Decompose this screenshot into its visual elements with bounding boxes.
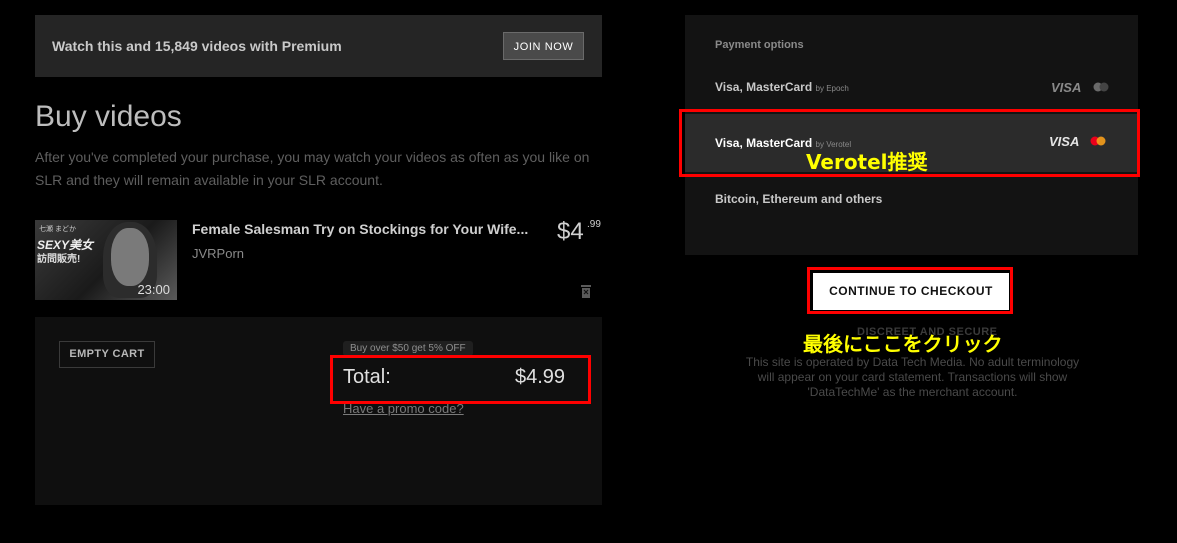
annotation-box-total — [330, 355, 591, 404]
trash-icon[interactable] — [580, 284, 592, 298]
payment-option-epoch[interactable]: Visa, MasterCard by Epoch — [715, 80, 849, 94]
thumbnail-caption-2: 訪問販売! — [37, 254, 81, 265]
annotation-note-checkout: 最後にここをクリック — [803, 332, 1003, 356]
payment-options-heading: Payment options — [715, 39, 804, 51]
premium-banner-text: Watch this and 15,849 videos with Premiu… — [52, 38, 342, 54]
join-now-button[interactable]: JOIN NOW — [503, 32, 584, 60]
secure-notice: This site is operated by Data Tech Media… — [745, 355, 1080, 399]
annotation-note-verotel: Verotel推奨 — [806, 150, 928, 174]
thumbnail-image-face — [111, 228, 149, 286]
empty-cart-button[interactable]: EMPTY CART — [59, 341, 155, 368]
thumbnail-caption-name: 七瀬 まどか — [39, 226, 76, 233]
video-studio[interactable]: JVRPorn — [192, 246, 244, 261]
annotation-box-checkout — [807, 267, 1013, 314]
payment-option-crypto[interactable]: Bitcoin, Ethereum and others — [715, 192, 882, 206]
visa-logo-icon: VISA — [1051, 80, 1082, 95]
mastercard-logo-icon — [1093, 82, 1109, 92]
video-title[interactable]: Female Salesman Try on Stockings for You… — [192, 221, 547, 237]
video-thumbnail[interactable]: 七瀬 まどか SEXY美女 訪問販売! 23:00 — [35, 220, 177, 300]
item-price: $4 — [557, 218, 584, 245]
video-duration: 23:00 — [137, 282, 170, 297]
payment-option-label: Bitcoin, Ethereum and others — [715, 192, 883, 206]
premium-banner: Watch this and 15,849 videos with Premiu… — [35, 15, 602, 77]
payment-option-provider: by Epoch — [815, 84, 849, 93]
payment-option-label: Visa, MasterCard — [715, 80, 813, 94]
page-title: Buy videos — [35, 100, 182, 133]
discount-badge: Buy over $50 get 5% OFF — [343, 341, 473, 356]
buy-description: After you've completed your purchase, yo… — [35, 149, 590, 188]
item-price-cents: .99 — [587, 219, 601, 230]
